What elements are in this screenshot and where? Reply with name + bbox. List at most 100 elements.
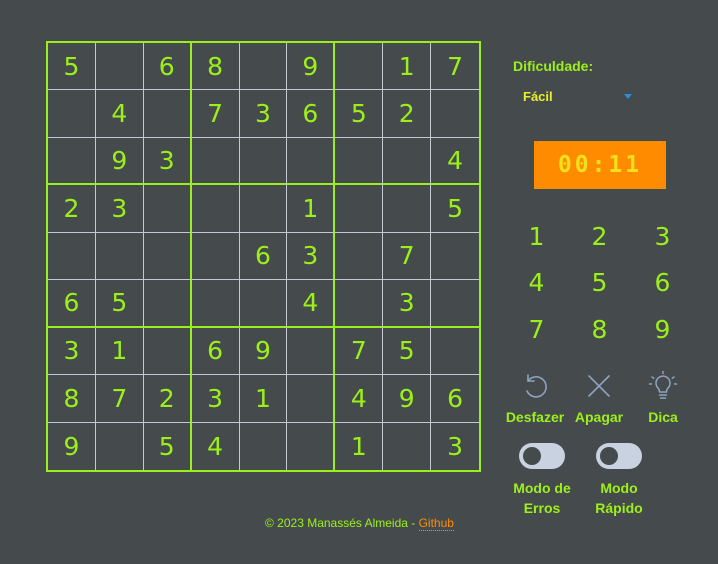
- sudoku-cell[interactable]: 2: [143, 375, 192, 423]
- sudoku-cell[interactable]: 5: [48, 43, 96, 91]
- sudoku-cell[interactable]: [335, 43, 384, 91]
- sudoku-cell[interactable]: 5: [144, 422, 192, 470]
- number-button-4[interactable]: 4: [505, 260, 568, 307]
- sudoku-cell[interactable]: 5: [383, 327, 432, 376]
- sudoku-cell[interactable]: [95, 232, 144, 281]
- sudoku-cell[interactable]: 5: [95, 280, 144, 328]
- sudoku-cell[interactable]: 9: [287, 43, 336, 91]
- sudoku-cell[interactable]: [48, 232, 96, 281]
- hint-button[interactable]: Dica: [628, 370, 698, 430]
- sudoku-cell[interactable]: 3: [239, 90, 288, 138]
- number-button-8[interactable]: 8: [568, 306, 631, 353]
- sudoku-cell[interactable]: 4: [95, 90, 144, 138]
- sudoku-cell[interactable]: [143, 185, 192, 233]
- sudoku-cell[interactable]: [48, 90, 96, 138]
- github-link[interactable]: Github: [418, 516, 454, 531]
- sudoku-cell[interactable]: [239, 43, 288, 91]
- number-button-7[interactable]: 7: [505, 306, 568, 353]
- sudoku-cell[interactable]: 9: [239, 327, 288, 376]
- sudoku-cell[interactable]: 7: [431, 43, 479, 91]
- sudoku-cell[interactable]: 9: [383, 375, 432, 423]
- sudoku-cell[interactable]: 2: [48, 185, 96, 233]
- sudoku-cell[interactable]: 3: [383, 280, 432, 328]
- difficulty-select[interactable]: Fácil: [517, 86, 637, 106]
- sudoku-cell[interactable]: 9: [95, 137, 144, 186]
- sudoku-cell[interactable]: [239, 185, 288, 233]
- sudoku-cell[interactable]: 6: [48, 280, 96, 328]
- sudoku-cell[interactable]: [191, 232, 240, 281]
- sudoku-cell[interactable]: 3: [95, 185, 144, 233]
- footer: © 2023 Manassés Almeida - Github: [265, 516, 454, 531]
- sudoku-cell[interactable]: 4: [287, 280, 336, 328]
- sudoku-cell[interactable]: [239, 137, 288, 186]
- sudoku-cell[interactable]: 3: [48, 327, 96, 376]
- sudoku-cell[interactable]: [335, 280, 384, 328]
- sudoku-cell[interactable]: [287, 327, 336, 376]
- sudoku-cell[interactable]: 4: [335, 375, 384, 423]
- sudoku-cell[interactable]: 2: [383, 90, 432, 138]
- sudoku-cell[interactable]: 4: [431, 138, 479, 186]
- toggle-knob: [523, 447, 541, 465]
- erase-button[interactable]: Apagar: [564, 370, 634, 430]
- sudoku-cell[interactable]: [191, 137, 240, 186]
- number-button-5[interactable]: 5: [568, 260, 631, 307]
- sudoku-cell[interactable]: [95, 43, 144, 91]
- sudoku-cell[interactable]: [431, 328, 479, 376]
- sudoku-cell[interactable]: 4: [192, 422, 240, 470]
- number-button-2[interactable]: 2: [568, 213, 631, 260]
- sudoku-cell[interactable]: 6: [287, 90, 336, 138]
- sudoku-cell[interactable]: [383, 422, 432, 470]
- sudoku-cell[interactable]: 1: [95, 327, 144, 376]
- sudoku-cell[interactable]: 3: [287, 232, 336, 281]
- sudoku-cell[interactable]: [431, 233, 479, 281]
- sudoku-cell[interactable]: 1: [239, 375, 288, 423]
- sudoku-cell[interactable]: 6: [143, 43, 192, 91]
- sudoku-cell[interactable]: [239, 280, 288, 328]
- sudoku-cell[interactable]: [143, 232, 192, 281]
- sudoku-cell[interactable]: 7: [335, 327, 384, 376]
- sudoku-cell[interactable]: 5: [335, 90, 384, 138]
- sudoku-cell[interactable]: 6: [239, 232, 288, 281]
- sudoku-cell[interactable]: [48, 137, 96, 186]
- lightbulb-icon: [648, 370, 678, 399]
- sudoku-cell[interactable]: 1: [335, 422, 384, 470]
- sudoku-cell[interactable]: 3: [431, 423, 479, 470]
- sudoku-cell[interactable]: 3: [143, 137, 192, 186]
- sudoku-cell[interactable]: 7: [95, 375, 144, 423]
- sudoku-cell[interactable]: [431, 280, 479, 328]
- sudoku-cell[interactable]: 8: [48, 375, 96, 423]
- sudoku-cell[interactable]: [240, 422, 288, 470]
- sudoku-cell[interactable]: [191, 280, 240, 328]
- sudoku-cell[interactable]: [287, 422, 336, 470]
- fast-mode-toggle[interactable]: [596, 443, 642, 469]
- number-button-9[interactable]: 9: [631, 306, 694, 353]
- sudoku-cell[interactable]: [143, 90, 192, 138]
- sudoku-cell[interactable]: [96, 422, 144, 470]
- sudoku-cell[interactable]: 1: [287, 185, 336, 233]
- sudoku-cell[interactable]: [335, 137, 384, 186]
- sudoku-cell[interactable]: [335, 185, 384, 233]
- sudoku-cell[interactable]: [335, 232, 384, 281]
- sudoku-cell[interactable]: 3: [191, 375, 240, 423]
- sudoku-cell[interactable]: 7: [191, 90, 240, 138]
- sudoku-cell[interactable]: [431, 90, 479, 138]
- sudoku-cell[interactable]: [143, 327, 192, 376]
- number-button-3[interactable]: 3: [631, 213, 694, 260]
- sudoku-cell[interactable]: 7: [383, 232, 432, 281]
- undo-button[interactable]: Desfazer: [500, 370, 570, 430]
- number-button-6[interactable]: 6: [631, 260, 694, 307]
- sudoku-cell[interactable]: [191, 185, 240, 233]
- sudoku-cell[interactable]: 9: [48, 422, 96, 470]
- sudoku-cell[interactable]: [383, 137, 432, 186]
- error-mode-toggle[interactable]: [519, 443, 565, 469]
- sudoku-cell[interactable]: 6: [191, 327, 240, 376]
- sudoku-cell[interactable]: 1: [383, 43, 432, 91]
- number-button-1[interactable]: 1: [505, 213, 568, 260]
- sudoku-cell[interactable]: 6: [431, 375, 479, 423]
- sudoku-cell[interactable]: [287, 137, 336, 186]
- sudoku-cell[interactable]: [143, 280, 192, 328]
- sudoku-cell[interactable]: [383, 185, 432, 233]
- sudoku-cell[interactable]: 8: [191, 43, 240, 91]
- sudoku-cell[interactable]: 5: [431, 185, 479, 233]
- sudoku-cell[interactable]: [287, 375, 336, 423]
